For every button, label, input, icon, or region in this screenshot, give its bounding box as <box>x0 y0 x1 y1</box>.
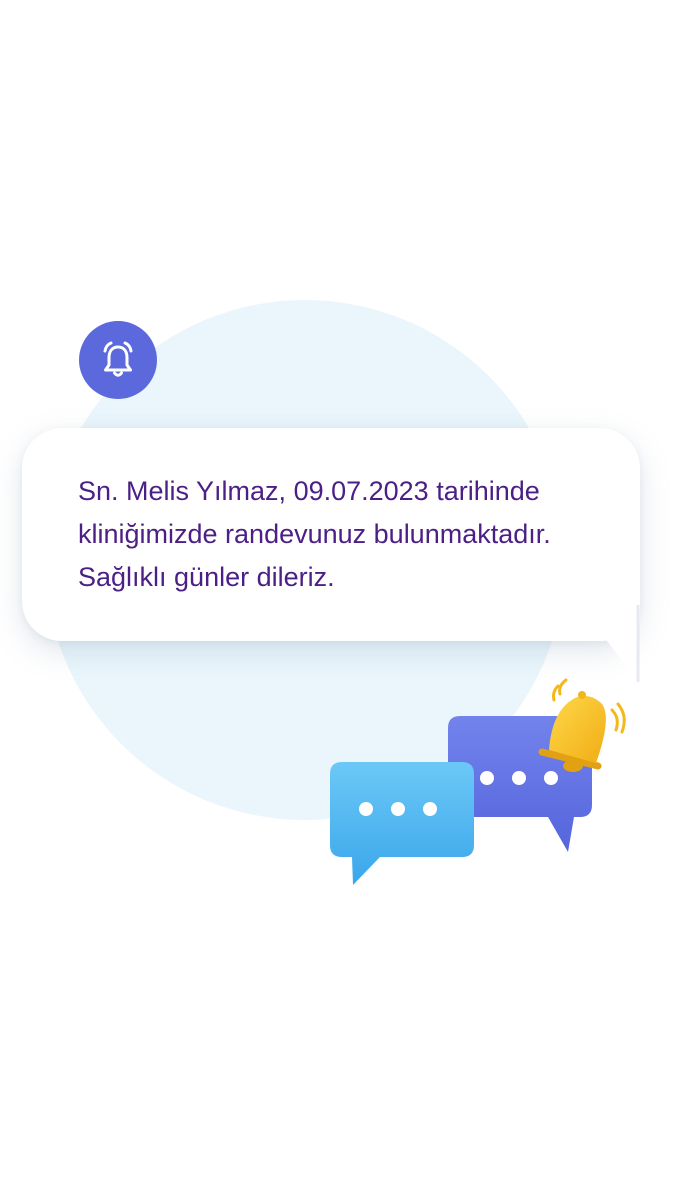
notification-message: Sn. Melis Yılmaz, 09.07.2023 tarihinde k… <box>78 476 551 592</box>
chat-bubble-icon <box>330 762 474 885</box>
chat-illustration <box>330 678 626 885</box>
notification-badge <box>79 321 157 399</box>
alarm-bell-icon <box>103 341 133 377</box>
ringing-bell-icon <box>538 678 626 772</box>
